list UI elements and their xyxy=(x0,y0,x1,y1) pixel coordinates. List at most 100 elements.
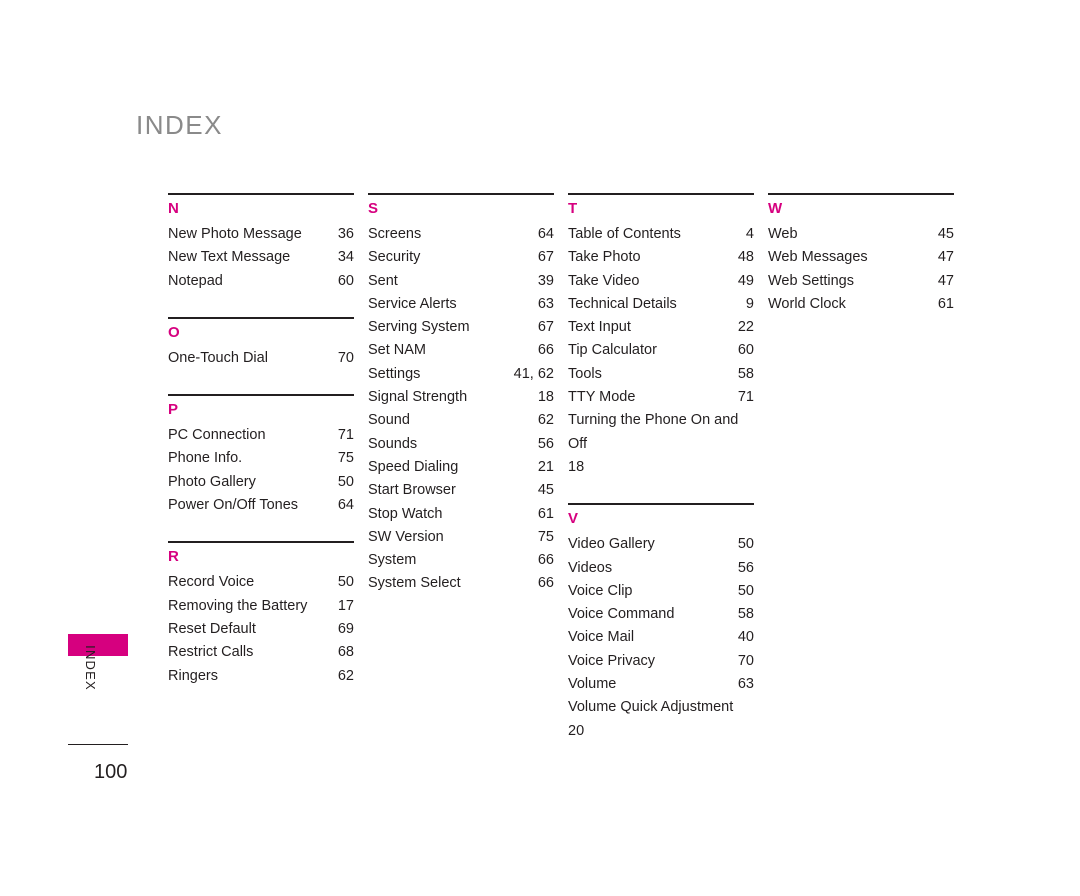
index-entry-page: 66 xyxy=(537,552,554,569)
index-entry: Sent 39 xyxy=(368,270,554,293)
index-entry-label: Start Browser xyxy=(368,482,456,499)
index-entry-page: 41, 62 xyxy=(513,365,554,382)
index-entry-page: 34 xyxy=(337,249,354,266)
index-entry-page: 71 xyxy=(737,389,754,406)
index-entry: Video Gallery 50 xyxy=(568,533,754,556)
index-entry: Set NAM 66 xyxy=(368,339,554,362)
page-number: 100 xyxy=(94,761,128,783)
index-entry-page: 39 xyxy=(537,272,554,289)
index-entry-label: Voice Mail xyxy=(568,629,635,646)
index-entry-page: 66 xyxy=(537,575,554,592)
index-entry-page: 9 xyxy=(745,295,754,312)
index-entry-page: 47 xyxy=(937,272,954,289)
index-entry-page: 56 xyxy=(537,435,554,452)
index-entry: New Photo Message 36 xyxy=(168,223,354,246)
index-column: S Screens 64 Security 67 Sent 39 Service Alerts… xyxy=(368,193,568,743)
group-divider xyxy=(168,193,354,195)
index-entry-page: 66 xyxy=(537,342,554,359)
index-entry-label: Screens xyxy=(368,226,422,242)
index-entry-label: Ringers xyxy=(168,667,218,684)
index-entry-label: Photo Gallery xyxy=(168,473,256,490)
index-entry: Record Voice 50 xyxy=(168,571,354,594)
index-entry-page: 61 xyxy=(537,505,554,522)
index-entry-page: 18 xyxy=(537,389,554,406)
index-entry-page: 58 xyxy=(737,606,754,623)
index-entry: Web Settings 47 xyxy=(768,270,954,293)
index-entry: Serving System 67 xyxy=(368,316,554,339)
index-entry-label: Tip Calculator xyxy=(568,342,657,359)
index-entry-label: Record Voice xyxy=(168,574,255,591)
index-entry-page: 45 xyxy=(937,226,954,242)
index-entry: Reset Default 69 xyxy=(168,618,354,641)
index-column: W Web 45 Web Messages 47 Web Settings 47 World … xyxy=(768,193,968,743)
side-tab-divider xyxy=(68,744,128,745)
index-entry-label: Speed Dialing xyxy=(368,458,459,475)
index-entry: Web Messages 47 xyxy=(768,246,954,269)
index-entry-page: 70 xyxy=(737,652,754,669)
index-entry: Take Video 49 xyxy=(568,270,754,293)
index-entry-page: 69 xyxy=(337,620,354,637)
index-entry-page: 58 xyxy=(737,365,754,382)
group-letter: W xyxy=(768,200,783,217)
group-letter: V xyxy=(568,510,579,528)
index-entry-label: One-Touch Dial xyxy=(168,349,268,366)
index-entry: New Text Message 34 xyxy=(168,246,354,269)
group-letter: R xyxy=(168,548,179,566)
index-entry-page: 47 xyxy=(937,249,954,266)
index-entry: PC Connection 71 xyxy=(168,424,354,447)
index-entry-page: 60 xyxy=(337,272,354,289)
index-entry-page: 56 xyxy=(737,559,754,576)
index-entry-label: Set NAM xyxy=(368,342,427,359)
group-divider xyxy=(168,316,354,319)
group-letter: O xyxy=(168,323,180,341)
index-entry-page: 68 xyxy=(337,644,354,661)
index-entry: Web 45 xyxy=(768,223,954,246)
index-entry: Videos 56 xyxy=(568,557,754,580)
index-entry-page: 67 xyxy=(537,249,554,266)
side-tab-bar xyxy=(68,634,128,656)
index-entry-label: Sent xyxy=(368,272,398,289)
index-entry-label: TTY Mode xyxy=(568,389,636,406)
index-entry: Voice Privacy 70 xyxy=(568,650,754,673)
index-entry-label: SW Version xyxy=(368,528,444,545)
index-entry: Start Browser 45 xyxy=(368,479,554,502)
index-entry: System Select 66 xyxy=(368,572,554,595)
index-entry-page: 48 xyxy=(737,249,754,266)
index-entry-label: Signal Strength xyxy=(368,389,468,406)
index-entry-page: 60 xyxy=(737,342,754,359)
index-entry-page: 4 xyxy=(745,226,754,242)
index-columns: N New Photo Message 36 New Text Message 34 No… xyxy=(168,193,968,743)
index-entry-page: 50 xyxy=(737,582,754,599)
side-tab-text: INDEX xyxy=(68,645,128,756)
index-entry-label: Text Input xyxy=(568,319,631,336)
index-entry-label: Settings xyxy=(368,365,421,382)
group-letter: N xyxy=(168,200,179,217)
index-entry-page: 50 xyxy=(337,473,354,490)
index-entry: Signal Strength 18 xyxy=(368,386,554,409)
index-entry-page: 64 xyxy=(337,497,354,514)
index-entry-label: Table of Contents xyxy=(568,226,681,242)
index-entry: Tip Calculator 60 xyxy=(568,339,754,362)
index-entry-page: 61 xyxy=(937,295,954,312)
index-entry-label: Stop Watch xyxy=(368,505,443,522)
index-entry-label: Voice Command xyxy=(568,606,675,623)
index-entry: Volume 63 xyxy=(568,673,754,696)
index-entry-label: Video Gallery xyxy=(568,536,655,553)
index-entry: Stop Watch 61 xyxy=(368,503,554,526)
group-divider xyxy=(368,193,554,195)
index-entry: Notepad 60 xyxy=(168,270,354,293)
index-entry: Take Photo 48 xyxy=(568,246,754,269)
index-entry: Table of Contents 4 xyxy=(568,223,754,246)
group-divider xyxy=(568,193,754,195)
index-group: S Screens 64 Security 67 Sent 39 Service Alerts… xyxy=(368,193,554,596)
index-entry: Photo Gallery 50 xyxy=(168,471,354,494)
index-entry-label: Serving System xyxy=(368,319,470,336)
index-entry-page: 50 xyxy=(337,574,354,591)
index-entry: Technical Details 9 xyxy=(568,293,754,316)
index-entry: Restrict Calls 68 xyxy=(168,641,354,664)
index-entry-label: Web xyxy=(768,226,798,242)
group-letter: S xyxy=(368,200,379,217)
index-entry-page: 67 xyxy=(537,319,554,336)
index-entry-page: 50 xyxy=(737,536,754,553)
index-entry: System 66 xyxy=(368,549,554,572)
